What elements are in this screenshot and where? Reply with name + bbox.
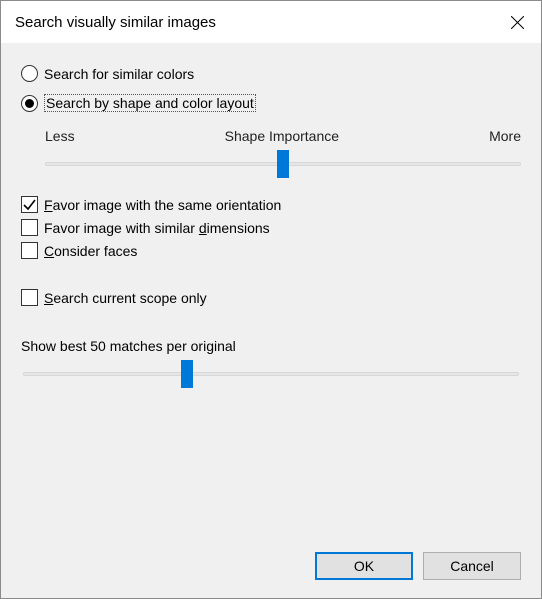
matches-slider-block xyxy=(21,372,521,376)
shape-importance-slider[interactable] xyxy=(45,162,521,166)
checkbox-label: Favor image with the same orientation xyxy=(44,197,281,213)
cancel-button[interactable]: Cancel xyxy=(423,552,521,580)
matches-text: Show best 50 matches per original xyxy=(21,338,521,354)
matches-slider[interactable] xyxy=(23,372,519,376)
checkbox-label: Consider faces xyxy=(44,243,137,259)
radio-similar-colors[interactable]: Search for similar colors xyxy=(21,65,521,82)
checkbox-label: Search current scope only xyxy=(44,290,207,306)
radio-shape-color-layout[interactable]: Search by shape and color layout xyxy=(21,94,521,112)
checkmark-icon xyxy=(23,198,36,211)
slider-label-less: Less xyxy=(45,128,75,144)
checkbox-icon xyxy=(21,219,38,236)
ok-button[interactable]: OK xyxy=(315,552,413,580)
slider-label-more: More xyxy=(489,128,521,144)
radio-icon-selected xyxy=(21,95,38,112)
button-label: OK xyxy=(354,558,374,574)
checkbox-consider-faces[interactable]: Consider faces xyxy=(21,242,521,259)
checkbox-favor-orientation[interactable]: Favor image with the same orientation xyxy=(21,196,521,213)
close-button[interactable] xyxy=(493,1,541,43)
checkbox-current-scope[interactable]: Search current scope only xyxy=(21,289,521,306)
radio-label-selected: Search by shape and color layout xyxy=(44,94,256,112)
dialog-footer: OK Cancel xyxy=(315,552,521,580)
slider-label-center: Shape Importance xyxy=(225,128,339,144)
shape-importance-slider-block: Less Shape Importance More xyxy=(45,128,521,166)
slider-labels: Less Shape Importance More xyxy=(45,128,521,144)
checkbox-label: Favor image with similar dimensions xyxy=(44,220,270,236)
window-title: Search visually similar images xyxy=(15,14,216,31)
checkbox-icon-checked xyxy=(21,196,38,213)
slider-thumb[interactable] xyxy=(277,150,289,178)
dialog-content: Search for similar colors Search by shap… xyxy=(1,43,541,376)
close-icon xyxy=(511,16,524,29)
radio-label: Search for similar colors xyxy=(44,66,194,82)
checkbox-icon xyxy=(21,242,38,259)
titlebar: Search visually similar images xyxy=(1,1,541,43)
slider-thumb[interactable] xyxy=(181,360,193,388)
checkbox-favor-dimensions[interactable]: Favor image with similar dimensions xyxy=(21,219,521,236)
button-label: Cancel xyxy=(450,558,494,574)
checkbox-icon xyxy=(21,289,38,306)
radio-icon xyxy=(21,65,38,82)
